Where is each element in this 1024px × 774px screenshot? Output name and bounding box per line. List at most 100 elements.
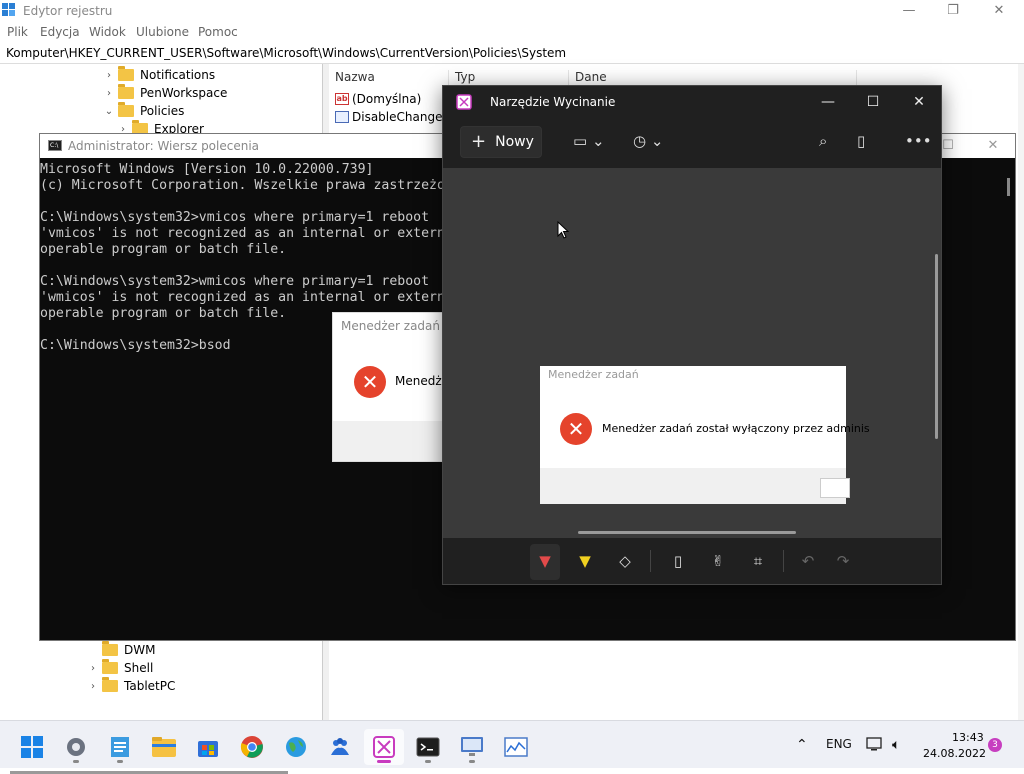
snip-maximize-button[interactable]: ☐ [850, 91, 896, 113]
snip-mode-dropdown[interactable]: ▭ ⌄ [573, 132, 605, 150]
snip-close-button[interactable]: ✕ [896, 91, 942, 113]
notepad-icon [111, 737, 129, 757]
tree-item-label[interactable]: PenWorkspace [140, 86, 227, 100]
taskbar-teams[interactable] [320, 729, 360, 765]
maximize-button[interactable]: ❐ [930, 2, 976, 22]
dialog-title: Menedżer zadań [341, 319, 440, 333]
folder-icon [102, 659, 118, 674]
cmd-title: Administrator: Wiersz polecenia [68, 139, 260, 153]
volume-icon[interactable]: 🔈︎ [892, 737, 900, 753]
tree-item-label[interactable]: Shell [124, 661, 153, 675]
close-button[interactable]: ✕ [976, 2, 1022, 22]
eraser-icon[interactable]: ◇ [614, 552, 636, 570]
crop-icon[interactable]: ⌗ [747, 552, 769, 570]
taskbar-resource-monitor[interactable] [496, 729, 536, 765]
tree-item-label[interactable]: Policies [140, 104, 184, 118]
taskbar-store[interactable] [188, 729, 228, 765]
cmd-scrollbar-thumb[interactable] [1007, 178, 1010, 196]
gear-icon [67, 738, 85, 756]
folder-icon [118, 102, 134, 117]
delay-dropdown[interactable]: ◷ ⌄ [633, 132, 663, 150]
tree-item[interactable]: › Shell [88, 659, 153, 677]
tree-item[interactable]: DWM [88, 641, 155, 659]
ballpoint-pen-icon[interactable]: ▼ [534, 552, 556, 570]
chevron-down-icon[interactable]: ⌄ [104, 106, 114, 117]
address-bar[interactable]: Komputer\HKEY_CURRENT_USER\Software\Micr… [0, 44, 1024, 64]
captured-dialog-footer [540, 468, 850, 504]
new-snip-button[interactable]: + Nowy [460, 126, 542, 158]
zoom-icon[interactable]: ⌕ [819, 132, 827, 150]
folder-icon [118, 84, 134, 99]
registry-title: Edytor rejestru [23, 4, 113, 18]
chevron-right-icon[interactable]: › [104, 70, 114, 81]
tree-item-label[interactable]: TabletPC [124, 679, 175, 693]
toolbar-divider [650, 550, 651, 572]
touch-writing-icon[interactable]: ✌ [707, 552, 729, 570]
cmd-close-button[interactable]: ✕ [975, 138, 1011, 156]
taskbar-remote-desktop[interactable] [452, 729, 492, 765]
address-path[interactable]: Komputer\HKEY_CURRENT_USER\Software\Micr… [6, 46, 566, 60]
taskbar-notepad[interactable] [100, 729, 140, 765]
tree-item-label[interactable]: DWM [124, 643, 155, 657]
menu-widok[interactable]: Widok [89, 25, 126, 39]
snip-canvas[interactable]: Menedżer zadań ✕ Menedżer zadań został w… [443, 168, 941, 538]
undo-icon[interactable]: ↶ [797, 552, 819, 570]
taskbar-snipping-tool[interactable] [364, 729, 404, 765]
tree-item[interactable]: › TabletPC [88, 677, 175, 695]
taskbar-file-explorer[interactable] [144, 729, 184, 765]
ruler-icon[interactable]: ▯ [667, 552, 689, 570]
chevron-up-icon[interactable]: ⌃ [796, 737, 808, 753]
tree-item[interactable]: ⌄ Policies [104, 102, 184, 120]
snipping-tool-icon [373, 736, 395, 758]
mouse-cursor-icon [557, 221, 569, 239]
taskbar-settings[interactable] [56, 729, 96, 765]
menu-ulubione[interactable]: Ulubione [136, 25, 189, 39]
registry-editor-icon [2, 3, 15, 16]
captured-task-manager-dialog: Menedżer zadań ✕ Menedżer zadań został w… [540, 366, 870, 504]
taskbar-chrome[interactable] [232, 729, 272, 765]
running-indicator [73, 760, 79, 763]
more-options-icon[interactable]: ••• [905, 132, 932, 150]
network-icon[interactable] [866, 736, 884, 752]
terminal-icon [416, 737, 440, 757]
list-item[interactable]: DisableChangeP... [335, 108, 459, 126]
snip-title: Narzędzie Wycinanie [490, 95, 616, 109]
copy-icon[interactable]: ▯ [857, 132, 865, 150]
folder-icon [118, 66, 134, 81]
clock-time[interactable]: 13:43 [952, 731, 984, 744]
chevron-right-icon[interactable]: › [88, 681, 98, 692]
column-header-name[interactable]: Nazwa [329, 70, 449, 86]
people-icon [331, 738, 349, 755]
language-indicator[interactable]: ENG [826, 737, 852, 751]
redo-icon[interactable]: ↷ [832, 552, 854, 570]
chevron-right-icon[interactable]: › [88, 663, 98, 674]
running-indicator [425, 760, 431, 763]
clock-date[interactable]: 24.08.2022 [923, 747, 986, 760]
notification-badge[interactable]: 3 [988, 738, 1002, 752]
canvas-vertical-scrollbar[interactable] [935, 254, 938, 439]
taskbar-terminal[interactable] [408, 729, 448, 765]
active-indicator [377, 760, 391, 763]
registry-menu-bar: Plik Edycja Widok Ulubione Pomoc [0, 22, 1024, 42]
column-header-data[interactable]: Dane [569, 70, 857, 86]
canvas-horizontal-scrollbar[interactable] [578, 531, 796, 534]
globe-icon [286, 737, 306, 757]
column-header-type[interactable]: Typ [449, 70, 569, 86]
menu-plik[interactable]: Plik [7, 25, 28, 39]
minimize-button[interactable]: — [886, 2, 932, 22]
taskbar-globe-app[interactable] [276, 729, 316, 765]
chevron-right-icon[interactable]: › [104, 88, 114, 99]
start-button[interactable] [12, 729, 52, 765]
values-vertical-scrollbar[interactable] [1018, 64, 1024, 720]
menu-pomoc[interactable]: Pomoc [198, 25, 238, 39]
tree-item[interactable]: › PenWorkspace [104, 84, 227, 102]
tree-item-label[interactable]: Notifications [140, 68, 215, 82]
tree-item[interactable]: › Notifications [104, 66, 215, 84]
highlighter-icon[interactable]: ▼ [574, 552, 596, 570]
menu-edycja[interactable]: Edycja [40, 25, 80, 39]
value-name[interactable]: (Domyślna) [352, 92, 421, 106]
list-item[interactable]: ab (Domyślna) [335, 90, 421, 108]
captured-ok-button [820, 478, 850, 498]
captured-dialog-title: Menedżer zadań [548, 368, 639, 381]
snip-minimize-button[interactable]: — [805, 91, 851, 113]
